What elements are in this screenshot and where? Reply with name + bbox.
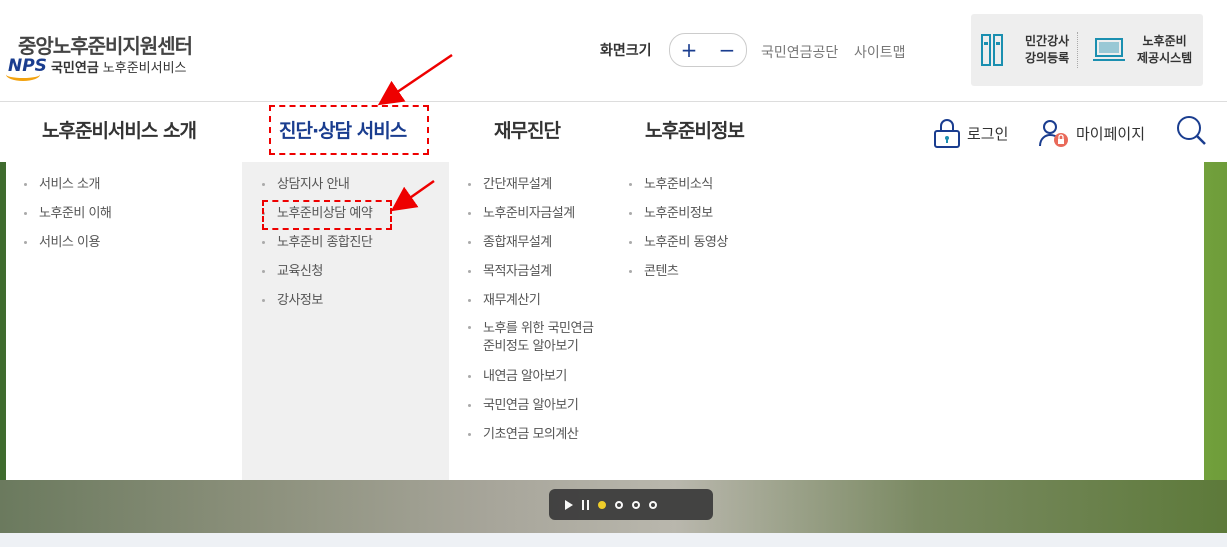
menu-item[interactable]: 노후준비 동영상 <box>629 228 728 257</box>
menu-item[interactable]: 종합재무설계 <box>468 228 593 257</box>
play-icon[interactable] <box>565 499 573 510</box>
slide-dot-3[interactable] <box>632 500 640 509</box>
mypage-link[interactable]: 마이페이지 <box>1038 118 1145 148</box>
lecture-register-link[interactable]: 민간강사 강의등록 <box>981 14 1069 86</box>
zoom-control: + − <box>669 33 747 67</box>
user-lock-icon <box>1039 120 1068 147</box>
login-link[interactable]: 로그인 <box>933 118 1008 148</box>
nps-logo-mark: NPS <box>6 56 47 81</box>
zoom-in-button[interactable]: + <box>681 40 698 60</box>
menu-item-comprehensive-diagnosis[interactable]: 노후준비 종합진단 <box>262 228 373 257</box>
slide-dot-4[interactable] <box>649 500 657 509</box>
menu-col-diagnosis-consult: 상담지사 안내 노후준비상담 예약 노후준비 종합진단 교육신청 강사정보 <box>262 170 373 315</box>
login-label: 로그인 <box>967 124 1009 143</box>
menu-item-line: 노후를 위한 국민연금 <box>483 321 594 336</box>
menu-item[interactable]: 기초연금 모의계산 <box>468 420 593 449</box>
slider-controls <box>549 489 713 520</box>
book-icon <box>981 34 1003 66</box>
menu-col-financial: 간단재무설계 노후준비자금설계 종합재무설계 목적자금설계 재무계산기 노후를 … <box>468 170 594 449</box>
mega-menu <box>6 162 1204 480</box>
menu-item[interactable]: 노후준비소식 <box>629 170 728 199</box>
nav-service-intro[interactable]: 노후준비서비스 소개 <box>42 116 197 143</box>
external-links-box: 민간강사 강의등록 노후준비 제공시스템 <box>971 14 1203 86</box>
menu-item[interactable]: 서비스 이용 <box>24 228 111 257</box>
bottom-strip <box>0 533 1227 547</box>
menu-item[interactable]: 재무계산기 <box>468 286 593 315</box>
menu-item-branch-guide[interactable]: 상담지사 안내 <box>262 170 372 199</box>
nps-logo[interactable]: NPS 국민연금 노후준비서비스 <box>6 56 187 81</box>
nps-link[interactable]: 국민연금공단 <box>761 42 838 62</box>
menu-item[interactable]: 노후를 위한 국민연금 준비정도 알아보기 <box>468 315 594 362</box>
mypage-label: 마이페이지 <box>1076 124 1146 143</box>
divider <box>1077 32 1078 68</box>
slide-dot-2[interactable] <box>615 500 623 509</box>
menu-item-line: 준비정도 알아보기 <box>483 339 579 354</box>
menu-item-instructor-info[interactable]: 강사정보 <box>262 286 372 315</box>
lecture-label-1: 민간강사 <box>1025 34 1070 48</box>
sitemap-link[interactable]: 사이트맵 <box>854 42 906 62</box>
pause-icon[interactable] <box>582 499 589 510</box>
system-label-1: 노후준비 <box>1142 34 1187 48</box>
menu-item[interactable]: 노후준비 이해 <box>24 199 112 228</box>
menu-col-retirement-info: 노후준비소식 노후준비정보 노후준비 동영상 콘텐츠 <box>629 170 728 286</box>
lock-icon <box>934 119 960 148</box>
slide-dot-1[interactable] <box>598 500 606 509</box>
menu-item[interactable]: 내연금 알아보기 <box>468 362 593 391</box>
menu-item[interactable]: 서비스 소개 <box>24 170 111 199</box>
service-name: 노후준비서비스 <box>102 60 187 76</box>
menu-item[interactable]: 콘텐츠 <box>629 257 728 286</box>
zoom-label: 화면크기 <box>600 43 652 59</box>
system-label-2: 제공시스템 <box>1137 51 1193 65</box>
nav-financial-diagnosis[interactable]: 재무진단 <box>494 116 561 143</box>
search-icon[interactable] <box>1175 114 1207 146</box>
nav-retirement-info[interactable]: 노후준비정보 <box>645 116 745 143</box>
lecture-label-2: 강의등록 <box>1025 51 1070 65</box>
monitor-icon <box>1093 38 1125 61</box>
menu-item[interactable]: 간단재무설계 <box>468 170 593 199</box>
org-name: 국민연금 <box>50 60 99 76</box>
highlight-box-menu <box>262 200 392 230</box>
menu-item[interactable]: 노후준비정보 <box>629 199 728 228</box>
site-title[interactable]: 중앙노후준비지원센터 <box>18 30 193 59</box>
prep-system-link[interactable]: 노후준비 제공시스템 <box>1093 14 1192 86</box>
menu-col-service-intro: 서비스 소개 노후준비 이해 서비스 이용 <box>24 170 112 257</box>
zoom-out-button[interactable]: − <box>719 40 736 60</box>
highlight-box-nav <box>269 105 429 155</box>
menu-item-education-apply[interactable]: 교육신청 <box>262 257 372 286</box>
menu-item[interactable]: 노후준비자금설계 <box>468 199 593 228</box>
menu-item[interactable]: 목적자금설계 <box>468 257 593 286</box>
menu-item[interactable]: 국민연금 알아보기 <box>468 391 593 420</box>
